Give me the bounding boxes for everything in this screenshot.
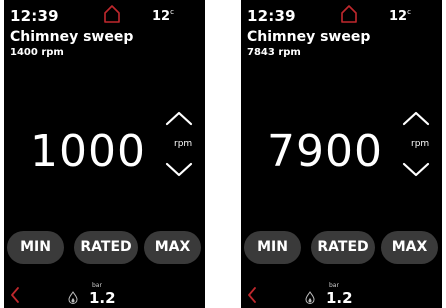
clock-time: 12:39	[10, 7, 59, 25]
back-arrow-icon[interactable]	[10, 286, 20, 304]
temperature-value: 12	[389, 9, 408, 24]
rpm-setpoint-value: 7900	[267, 126, 383, 177]
chevron-down-icon[interactable]	[165, 162, 193, 178]
current-rpm: 7843 rpm	[247, 47, 301, 58]
chevron-up-icon[interactable]	[165, 110, 193, 126]
flame-icon	[68, 291, 78, 304]
device-screen-left: 12:39 12c Chimney sweep 1400 rpm 1000 rp…	[4, 0, 205, 308]
setpoint-unit: rpm	[174, 139, 193, 149]
temperature-unit: c	[170, 8, 174, 16]
pressure-unit: bar	[329, 282, 339, 289]
outdoor-temperature: 12c	[152, 8, 174, 24]
outdoor-temperature: 12c	[389, 8, 411, 24]
rated-button[interactable]: RATED	[74, 231, 138, 264]
max-button[interactable]: MAX	[144, 231, 201, 264]
home-icon[interactable]	[340, 4, 358, 24]
chevron-down-icon[interactable]	[402, 162, 430, 178]
rpm-setpoint-value: 1000	[30, 126, 146, 177]
temperature-value: 12	[152, 9, 171, 24]
clock-time: 12:39	[247, 7, 296, 25]
home-icon[interactable]	[103, 4, 121, 24]
setpoint-unit: rpm	[411, 139, 430, 149]
pressure-unit: bar	[92, 282, 102, 289]
page-title: Chimney sweep	[10, 29, 134, 45]
min-button[interactable]: MIN	[7, 231, 64, 264]
max-button[interactable]: MAX	[381, 231, 438, 264]
pressure-value: 1.2	[326, 289, 353, 307]
rated-button[interactable]: RATED	[311, 231, 375, 264]
flame-icon	[305, 291, 315, 304]
pressure-value: 1.2	[89, 289, 116, 307]
chevron-up-icon[interactable]	[402, 110, 430, 126]
back-arrow-icon[interactable]	[247, 286, 257, 304]
current-rpm: 1400 rpm	[10, 47, 64, 58]
temperature-unit: c	[407, 8, 411, 16]
device-screen-right: 12:39 12c Chimney sweep 7843 rpm 7900 rp…	[241, 0, 442, 308]
min-button[interactable]: MIN	[244, 231, 301, 264]
page-title: Chimney sweep	[247, 29, 371, 45]
